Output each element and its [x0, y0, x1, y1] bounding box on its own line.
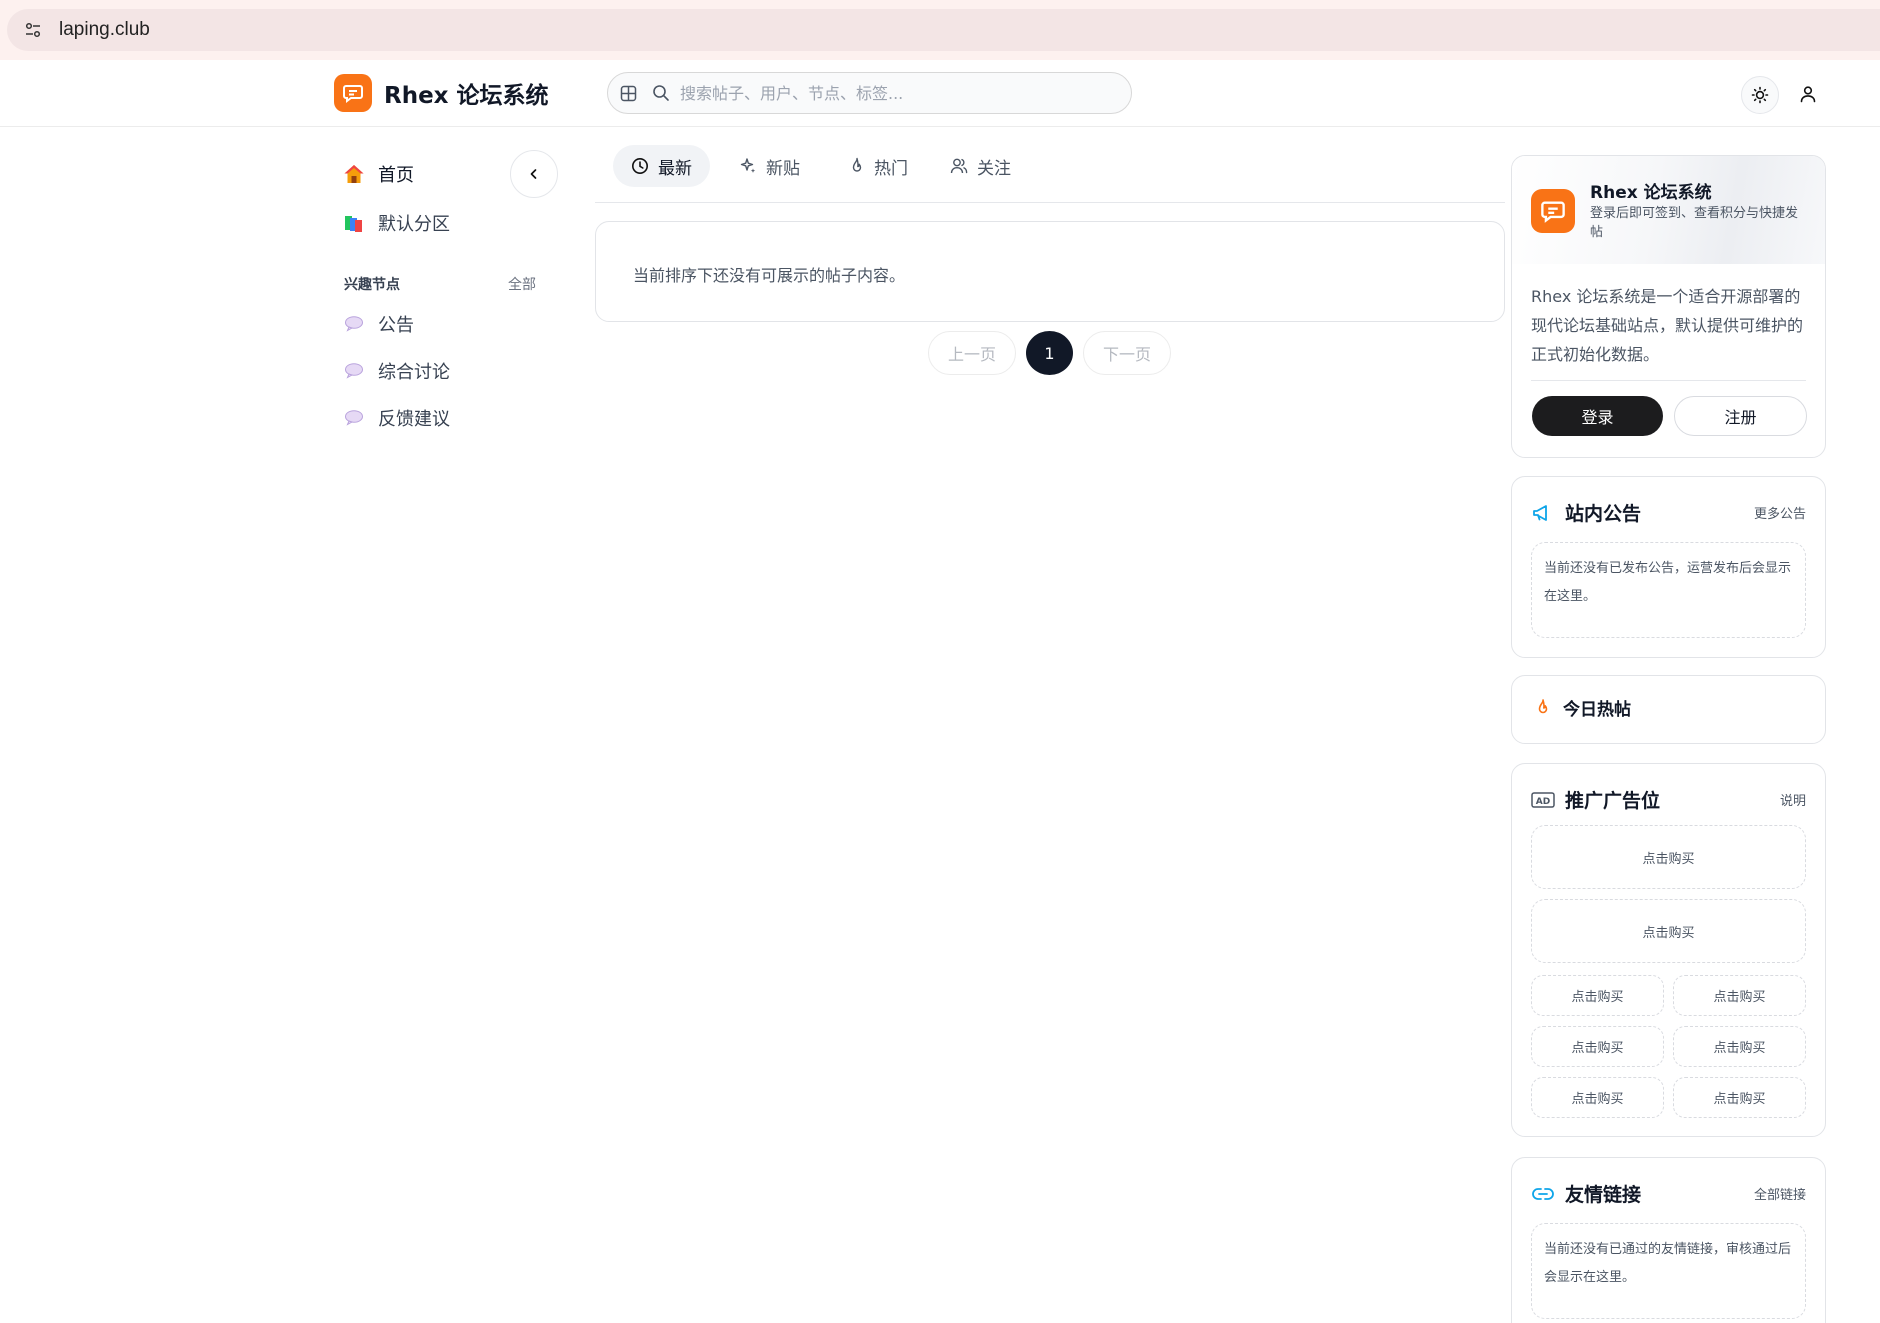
clock-icon [631, 157, 649, 175]
users-icon [950, 157, 968, 175]
sort-tabs: 最新 新贴 热门 关注 [595, 145, 1505, 203]
url-text[interactable]: laping.club [59, 19, 150, 41]
brand-link[interactable]: Rhex 论坛系统 [334, 74, 549, 112]
register-button[interactable]: 注册 [1674, 396, 1807, 436]
ads-header: AD 推广广告位 [1531, 786, 1660, 813]
ad-slot-small[interactable]: 点击购买 [1531, 1077, 1664, 1118]
all-links-link[interactable]: 全部链接 [1754, 1184, 1806, 1203]
user-icon [1799, 85, 1817, 103]
nodes-all-link[interactable]: 全部 [508, 274, 536, 294]
ad-slot-small[interactable]: 点击购买 [1673, 1026, 1806, 1067]
empty-posts-message: 当前排序下还没有可展示的帖子内容。 [633, 266, 906, 285]
user-button[interactable] [1790, 76, 1826, 112]
speech-bubble-icon [342, 406, 366, 430]
speech-bubble-icon [342, 312, 366, 336]
ad-icon: AD [1531, 788, 1555, 812]
ad-slot-small[interactable]: 点击购买 [1673, 1077, 1806, 1118]
sidebar-item-home[interactable]: 首页 [342, 158, 414, 190]
sidebar-node-discussion[interactable]: 综合讨论 [342, 355, 450, 387]
flame-icon [1531, 696, 1555, 720]
ad-slot-small[interactable]: 点击购买 [1673, 975, 1806, 1016]
sidebar-node-feedback[interactable]: 反馈建议 [342, 402, 450, 434]
friend-links-header: 友情链接 [1531, 1180, 1641, 1207]
more-announcements-link[interactable]: 更多公告 [1754, 503, 1806, 522]
site-intro-card: Rhex 论坛系统 登录后即可签到、查看积分与快捷发帖 Rhex 论坛系统是一个… [1511, 155, 1826, 458]
theme-toggle-button[interactable] [1741, 76, 1779, 114]
tab-label: 热门 [874, 158, 908, 179]
megaphone-icon [1531, 501, 1555, 525]
intro-subtitle: 登录后即可签到、查看积分与快捷发帖 [1590, 206, 1799, 240]
collapse-sidebar-button[interactable] [510, 150, 558, 198]
browser-chrome: laping.club [0, 0, 1880, 60]
login-button[interactable]: 登录 [1532, 396, 1663, 436]
sidebar-node-announcement[interactable]: 公告 [342, 308, 414, 340]
friend-links-card: 友情链接 全部链接 当前还没有已通过的友情链接，审核通过后会显示在这里。 [1511, 1157, 1826, 1323]
sidebar-item-default-zone[interactable]: 默认分区 [342, 207, 450, 239]
sparkle-icon [739, 157, 757, 175]
house-icon [342, 162, 366, 186]
sidebar-item-label: 反馈建议 [378, 409, 450, 430]
next-page-button[interactable]: 下一页 [1083, 331, 1171, 375]
speech-bubble-icon [342, 359, 366, 383]
prev-page-button[interactable]: 上一页 [928, 331, 1016, 375]
current-page-button[interactable]: 1 [1026, 331, 1073, 375]
tab-following[interactable]: 关注 [932, 145, 1029, 187]
announcements-title: 站内公告 [1565, 503, 1642, 525]
intro-site-name: Rhex 论坛系统 [1590, 183, 1712, 203]
ad-slot-small[interactable]: 点击购买 [1531, 975, 1664, 1016]
svg-text:AD: AD [1536, 797, 1550, 807]
sun-icon [1751, 86, 1769, 104]
hot-posts-header: 今日热帖 [1531, 695, 1631, 720]
announcements-header: 站内公告 [1531, 499, 1641, 526]
site-header: Rhex 论坛系统 [0, 60, 1880, 127]
address-bar[interactable]: laping.club [7, 9, 1880, 51]
ad-slot-small[interactable]: 点击购买 [1531, 1026, 1664, 1067]
search-icon [652, 84, 670, 102]
site-settings-icon[interactable] [20, 17, 46, 43]
chat-logo-icon [334, 74, 372, 112]
tab-label: 最新 [658, 158, 692, 179]
chevron-left-icon [527, 167, 541, 181]
divider [1531, 380, 1806, 381]
ads-info-link[interactable]: 说明 [1780, 790, 1806, 809]
sidebar-item-label: 默认分区 [378, 214, 450, 235]
ad-slot-wide[interactable]: 点击购买 [1531, 899, 1806, 963]
brand-name: Rhex 论坛系统 [384, 83, 549, 109]
hot-posts-title: 今日热帖 [1563, 700, 1631, 720]
flame-icon [849, 157, 865, 175]
ads-title: 推广广告位 [1565, 790, 1661, 812]
tab-new[interactable]: 新贴 [721, 145, 818, 187]
friend-links-empty: 当前还没有已通过的友情链接，审核通过后会显示在这里。 [1531, 1223, 1806, 1319]
ad-slot-wide[interactable]: 点击购买 [1531, 825, 1806, 889]
tab-hot[interactable]: 热门 [831, 145, 926, 187]
search-input[interactable] [680, 83, 1100, 103]
announcements-empty: 当前还没有已发布公告，运营发布后会显示在这里。 [1531, 542, 1806, 638]
tab-label: 新贴 [766, 158, 800, 179]
sidebar-item-label: 综合讨论 [378, 362, 450, 383]
chat-logo-icon [1531, 189, 1575, 233]
sidebar-item-label: 首页 [378, 165, 414, 186]
tab-label: 关注 [977, 158, 1011, 179]
hot-posts-card: 今日热帖 [1511, 675, 1826, 744]
link-icon [1531, 1182, 1555, 1206]
friend-links-title: 友情链接 [1565, 1184, 1642, 1206]
intro-description: Rhex 论坛系统是一个适合开源部署的现代论坛基础站点，默认提供可维护的正式初始… [1531, 287, 1804, 364]
empty-posts-card: 当前排序下还没有可展示的帖子内容。 [595, 221, 1505, 322]
search-box[interactable] [607, 72, 1132, 114]
ads-card: AD 推广广告位 说明 点击购买 点击购买 点击购买 点击购买 点击购买 点击购… [1511, 763, 1826, 1137]
sidebar-item-label: 公告 [378, 315, 414, 336]
nodes-section-title: 兴趣节点 [344, 277, 400, 293]
announcements-card: 站内公告 更多公告 当前还没有已发布公告，运营发布后会显示在这里。 [1511, 476, 1826, 658]
tab-latest[interactable]: 最新 [613, 145, 710, 187]
books-icon [342, 211, 366, 235]
grid-icon[interactable] [620, 85, 637, 102]
